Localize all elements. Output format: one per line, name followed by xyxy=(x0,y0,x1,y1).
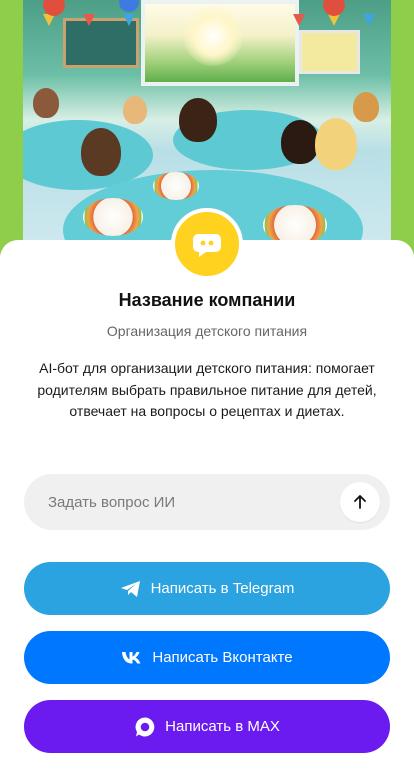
company-logo xyxy=(171,208,243,280)
hero-child xyxy=(315,118,357,170)
hero-bunting-flag xyxy=(363,14,375,26)
telegram-button[interactable]: Написать в Telegram xyxy=(24,562,390,615)
hero-decoration-ball xyxy=(43,0,65,16)
hero-child xyxy=(353,92,379,122)
hero-child xyxy=(33,88,59,118)
vk-button[interactable]: Написать Вконтакте xyxy=(24,631,390,684)
hero-decoration-ball xyxy=(119,0,139,12)
hero-wall-poster xyxy=(299,30,360,74)
hero-child xyxy=(123,96,147,124)
company-name: Название компании xyxy=(118,290,296,310)
telegram-icon xyxy=(120,580,142,598)
send-button[interactable] xyxy=(340,482,380,522)
hero-sun xyxy=(183,6,243,66)
max-icon xyxy=(134,716,156,738)
hero-plate xyxy=(83,198,143,236)
company-description: AI-бот для организации детского питания:… xyxy=(37,360,377,419)
hero-plate xyxy=(263,205,327,245)
telegram-button-label: Написать в Telegram xyxy=(150,580,295,597)
hero-child xyxy=(179,98,217,142)
hero-child xyxy=(281,120,319,164)
vk-button-label: Написать Вконтакте xyxy=(152,649,293,666)
ask-ai-box xyxy=(24,474,390,530)
ask-ai-input[interactable] xyxy=(48,474,328,530)
chat-bubble-icon xyxy=(193,234,221,257)
hero-decoration-ball xyxy=(323,0,345,16)
hero-bunting-flag xyxy=(123,14,135,26)
vk-icon xyxy=(121,651,143,665)
hero-plate xyxy=(153,172,199,200)
hero-bunting-flag xyxy=(83,14,95,26)
max-button[interactable]: Написать в MAX xyxy=(24,700,390,753)
arrow-up-icon xyxy=(354,495,366,509)
max-button-label: Написать в MAX xyxy=(165,718,280,735)
hero-bunting-flag xyxy=(293,14,305,26)
hero-child xyxy=(81,128,121,176)
company-subtitle: Организация детского питания xyxy=(106,323,308,339)
